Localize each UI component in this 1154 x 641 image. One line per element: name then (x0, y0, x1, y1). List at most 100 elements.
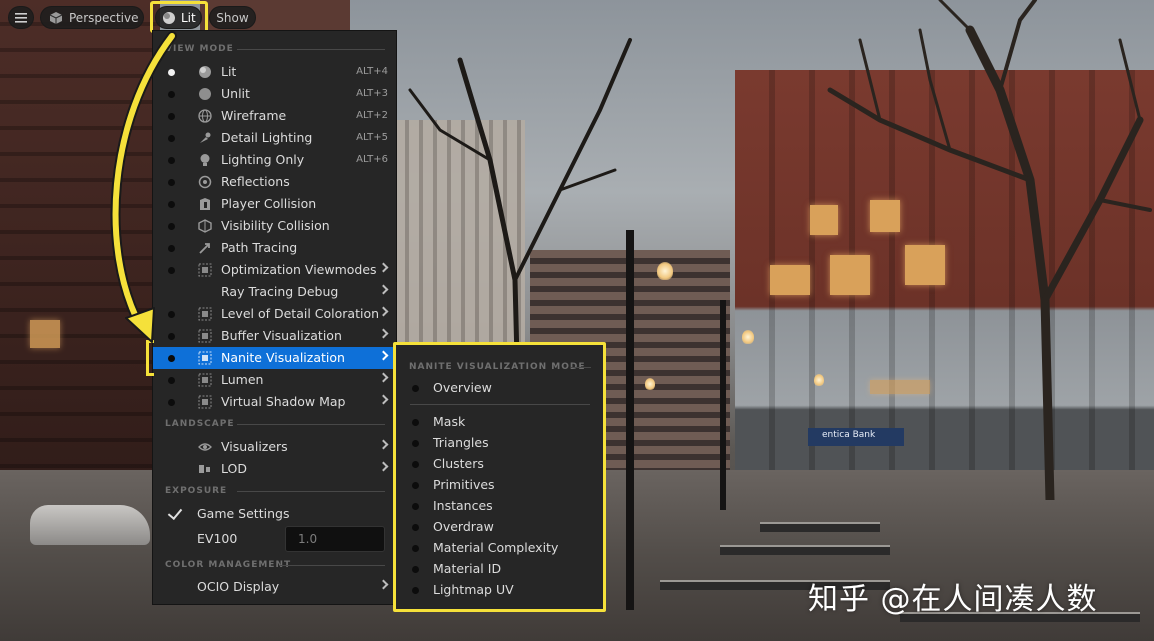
radio-icon (412, 482, 419, 489)
show-button[interactable]: Show (209, 6, 256, 29)
chevron-right-icon (378, 262, 389, 273)
grid-icon (198, 307, 212, 321)
menu-item-label: Wireframe (221, 108, 287, 123)
radio-icon (412, 440, 419, 447)
radio-icon (168, 179, 175, 186)
submenu-item-label: Lightmap UV (433, 582, 514, 597)
player-collision-icon (200, 198, 210, 210)
submenu-item-primitives[interactable]: Primitives (396, 474, 603, 495)
menu-item-game-settings[interactable]: Game Settings (153, 503, 396, 525)
submenu-item-clusters[interactable]: Clusters (396, 453, 603, 474)
chevron-right-icon (378, 350, 389, 361)
nanite-visualization-submenu: NANITE VISUALIZATION MODE Overview Mask … (393, 342, 606, 612)
submenu-item-overdraw[interactable]: Overdraw (396, 516, 603, 537)
submenu-item-mask[interactable]: Mask (396, 411, 603, 432)
section-header-landscape: LANDSCAPE (165, 419, 235, 429)
menu-item-buffer-visualization[interactable]: Buffer Visualization (153, 325, 396, 347)
menu-item-player-collision[interactable]: Player Collision (153, 193, 396, 215)
radio-icon (168, 201, 175, 208)
radio-icon (412, 461, 419, 468)
menu-item-label: Ray Tracing Debug (221, 284, 339, 299)
lightbulb-icon (200, 154, 210, 166)
shortcut-label: ALT+4 (356, 66, 388, 77)
show-label: Show (216, 10, 249, 25)
grid-icon (198, 395, 212, 409)
chevron-right-icon (378, 439, 389, 450)
menu-item-label: Nanite Visualization (221, 350, 345, 365)
radio-icon (168, 377, 175, 384)
radio-icon (168, 267, 175, 274)
radio-icon (168, 223, 175, 230)
menu-item-label: Lit (221, 64, 237, 79)
bench (720, 545, 890, 555)
menu-item-optimization-viewmodes[interactable]: Optimization Viewmodes (153, 259, 396, 281)
submenu-item-label: Overview (433, 380, 492, 395)
unlit-sphere-icon (199, 88, 211, 100)
lit-highlight-box (150, 1, 208, 33)
menu-item-lit[interactable]: Lit ALT+4 (153, 61, 396, 83)
submenu-item-triangles[interactable]: Triangles (396, 432, 603, 453)
menu-item-lumen[interactable]: Lumen (153, 369, 396, 391)
menu-item-wireframe[interactable]: Wireframe ALT+2 (153, 105, 396, 127)
menu-item-label: Visibility Collision (221, 218, 330, 233)
menu-item-label: LOD (221, 461, 247, 476)
menu-item-unlit[interactable]: Unlit ALT+3 (153, 83, 396, 105)
menu-item-label: Player Collision (221, 196, 317, 211)
menu-item-ocio-display[interactable]: OCIO Display (153, 576, 396, 598)
chevron-right-icon (378, 461, 389, 472)
radio-icon (412, 587, 419, 594)
menu-item-nanite-visualization[interactable]: Nanite Visualization (153, 347, 396, 369)
detail-lighting-icon (200, 132, 211, 143)
visibility-collision-icon (198, 219, 212, 233)
lit-window (30, 320, 60, 348)
radio-icon (412, 545, 419, 552)
ev100-label: EV100 (197, 531, 238, 546)
radio-icon (168, 399, 175, 406)
ev100-value: 1.0 (298, 532, 318, 546)
menu-item-visibility-collision[interactable]: Visibility Collision (153, 215, 396, 237)
radio-icon (412, 419, 419, 426)
grid-icon (198, 373, 212, 387)
menu-item-ray-tracing-debug[interactable]: Ray Tracing Debug (153, 281, 396, 303)
cube-icon (49, 11, 63, 24)
viewport-menu-button[interactable] (8, 6, 34, 29)
menu-item-lod-coloration[interactable]: Level of Detail Coloration (153, 303, 396, 325)
menu-item-reflections[interactable]: Reflections (153, 171, 396, 193)
checkmark-icon (167, 504, 183, 521)
lamp-light (657, 262, 673, 280)
submenu-item-label: Primitives (433, 477, 495, 492)
menu-item-label: Optimization Viewmodes (221, 262, 377, 277)
ev100-input[interactable]: 1.0 (285, 526, 385, 552)
watermark: 知乎 @在人间凑人数 (808, 582, 1098, 617)
radio-icon (168, 245, 175, 252)
menu-item-label: OCIO Display (197, 579, 280, 594)
menu-item-label: Game Settings (197, 506, 290, 521)
bare-tree (827, 0, 1152, 500)
submenu-item-lightmap-uv[interactable]: Lightmap UV (396, 579, 603, 600)
parked-car (30, 505, 150, 545)
menu-item-visualizers[interactable]: Visualizers (153, 436, 396, 458)
divider (279, 565, 385, 566)
menu-item-lighting-only[interactable]: Lighting Only ALT+6 (153, 149, 396, 171)
radio-icon (168, 91, 175, 98)
menu-item-lod[interactable]: LOD (153, 458, 396, 480)
submenu-item-label: Overdraw (433, 519, 494, 534)
divider (237, 49, 385, 50)
chevron-right-icon (378, 372, 389, 383)
radio-icon (168, 333, 175, 340)
radio-icon (168, 113, 175, 120)
submenu-item-label: Instances (433, 498, 493, 513)
grid-icon (198, 351, 212, 365)
submenu-item-material-complexity[interactable]: Material Complexity (396, 537, 603, 558)
submenu-item-label: Material ID (433, 561, 502, 576)
submenu-item-overview[interactable]: Overview (396, 377, 603, 398)
menu-item-path-tracing[interactable]: Path Tracing (153, 237, 396, 259)
menu-item-detail-lighting[interactable]: Detail Lighting ALT+5 (153, 127, 396, 149)
submenu-item-label: Mask (433, 414, 466, 429)
divider (237, 424, 385, 425)
menu-item-label: Buffer Visualization (221, 328, 342, 343)
menu-item-virtual-shadow-map[interactable]: Virtual Shadow Map (153, 391, 396, 413)
submenu-item-instances[interactable]: Instances (396, 495, 603, 516)
submenu-item-material-id[interactable]: Material ID (396, 558, 603, 579)
perspective-button[interactable]: Perspective (40, 6, 144, 29)
